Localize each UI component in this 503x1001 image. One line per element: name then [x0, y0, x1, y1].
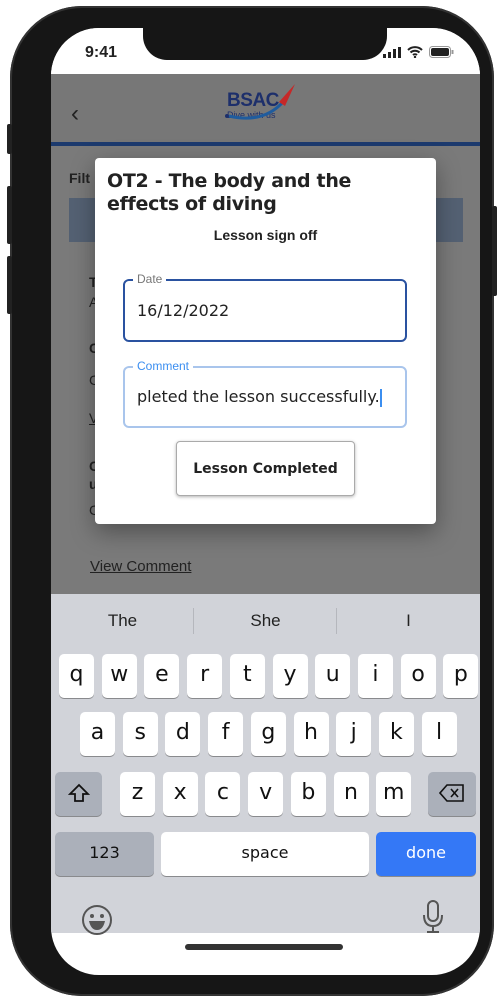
key-d[interactable]: d — [165, 712, 201, 756]
logo-swoosh — [225, 84, 295, 120]
lesson-signoff-dialog: OT2 - The body and the effects of diving… — [95, 158, 436, 524]
backspace-key[interactable] — [428, 772, 476, 816]
shift-icon — [67, 783, 90, 802]
view-comment-link[interactable]: View Comment — [90, 558, 191, 575]
date-value: 16/12/2022 — [137, 301, 230, 320]
numbers-key[interactable]: 123 — [55, 832, 154, 876]
key-c[interactable]: c — [205, 772, 241, 816]
key-h[interactable]: h — [293, 712, 329, 756]
suggestion[interactable]: I — [337, 594, 480, 648]
suggestion[interactable]: The — [51, 594, 194, 648]
key-n[interactable]: n — [333, 772, 369, 816]
wifi-icon — [407, 46, 423, 58]
app-header: ‹ BSAC Dive with us — [51, 74, 480, 146]
backspace-icon — [438, 784, 464, 802]
key-l[interactable]: l — [421, 712, 457, 756]
key-u[interactable]: u — [315, 654, 351, 698]
date-label: Date — [133, 272, 167, 286]
key-v[interactable]: v — [248, 772, 284, 816]
key-q[interactable]: q — [59, 654, 94, 698]
key-o[interactable]: o — [400, 654, 436, 698]
battery-icon — [429, 46, 454, 58]
key-x[interactable]: x — [162, 772, 198, 816]
cellular-icon — [383, 47, 401, 58]
microphone-icon[interactable] — [421, 900, 445, 934]
text-caret — [379, 388, 382, 407]
mute-switch — [7, 124, 12, 154]
key-r[interactable]: r — [187, 654, 223, 698]
screen: 9:41 ‹ BSAC Dive with us Filt T A C C V … — [51, 28, 480, 975]
space-key[interactable]: space — [161, 832, 369, 876]
comment-value: pleted the lesson successfully. — [137, 387, 380, 406]
key-e[interactable]: e — [144, 654, 180, 698]
emoji-icon[interactable] — [81, 904, 113, 936]
key-a[interactable]: a — [80, 712, 115, 756]
power-button — [492, 206, 497, 296]
lesson-completed-button[interactable]: Lesson Completed — [176, 441, 355, 496]
bsac-logo: BSAC Dive with us — [225, 84, 295, 120]
home-indicator[interactable] — [185, 944, 343, 950]
filter-label: Filt — [69, 170, 90, 186]
comment-label: Comment — [133, 359, 194, 373]
keyboard: The She I qwertyuiop asdfghjkl zxcvbnm 1… — [51, 594, 480, 936]
key-p[interactable]: p — [443, 654, 479, 698]
notch — [143, 28, 387, 60]
key-b[interactable]: b — [290, 772, 326, 816]
suggestion-bar: The She I — [51, 594, 480, 648]
suggestion[interactable]: She — [194, 594, 337, 648]
volume-up-button — [7, 186, 12, 244]
key-w[interactable]: w — [101, 654, 137, 698]
comment-field[interactable]: Comment pleted the lesson successfully. — [123, 359, 407, 428]
key-k[interactable]: k — [378, 712, 414, 756]
dialog-title: OT2 - The body and the effects of diving — [107, 170, 352, 215]
volume-down-button — [7, 256, 12, 314]
key-g[interactable]: g — [250, 712, 286, 756]
status-time: 9:41 — [85, 44, 118, 61]
dialog-subtitle: Lesson sign off — [213, 227, 318, 243]
key-z[interactable]: z — [120, 772, 155, 816]
phone-frame: 9:41 ‹ BSAC Dive with us Filt T A C C V … — [7, 6, 497, 996]
key-f[interactable]: f — [208, 712, 244, 756]
chevron-left-icon[interactable]: ‹ — [71, 100, 79, 128]
key-m[interactable]: m — [376, 772, 412, 816]
key-y[interactable]: y — [272, 654, 308, 698]
done-key[interactable]: done — [376, 832, 476, 876]
date-field[interactable]: Date 16/12/2022 — [123, 272, 407, 342]
key-s[interactable]: s — [122, 712, 158, 756]
shift-key[interactable] — [55, 772, 102, 816]
key-t[interactable]: t — [229, 654, 265, 698]
key-j[interactable]: j — [336, 712, 372, 756]
key-i[interactable]: i — [357, 654, 393, 698]
